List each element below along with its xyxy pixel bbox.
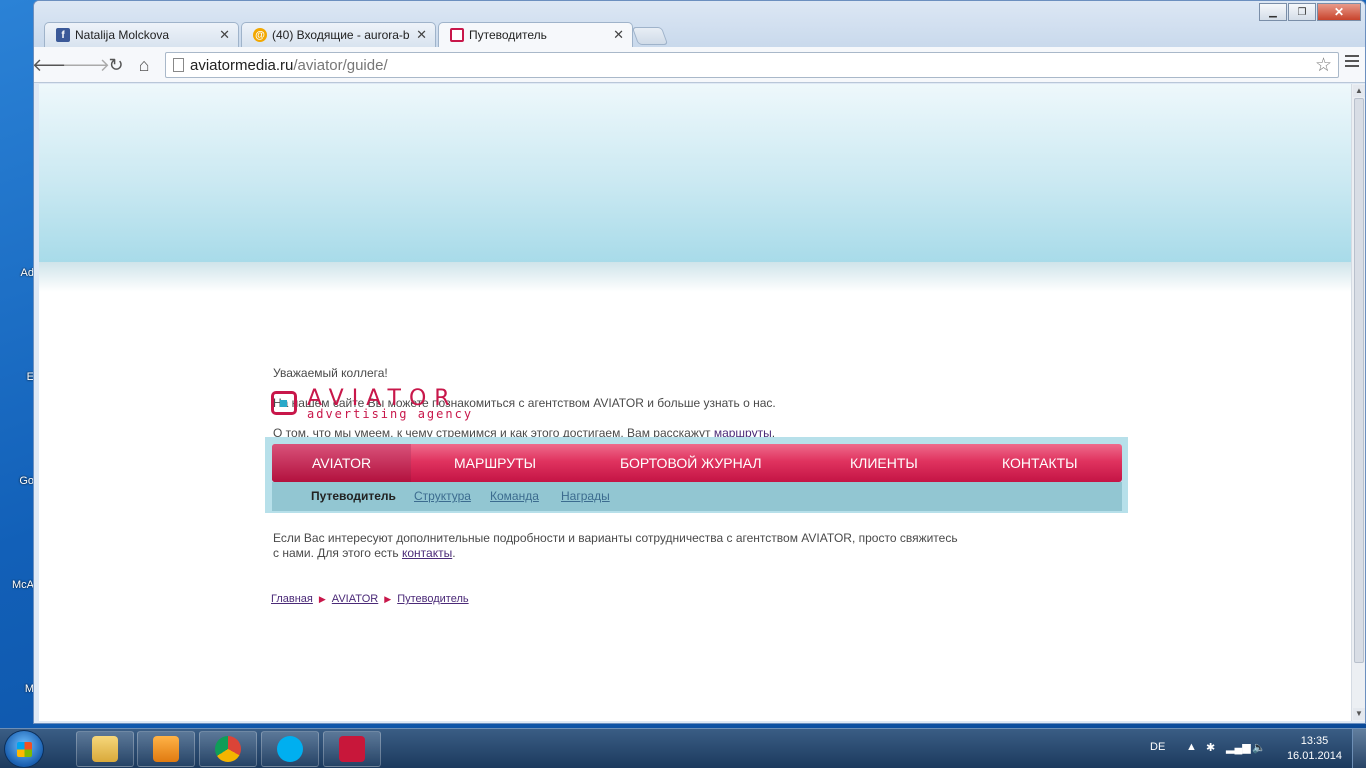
- chrome-icon: [215, 736, 241, 762]
- browser-menu-icon[interactable]: [1345, 55, 1359, 69]
- new-tab-button[interactable]: [631, 27, 669, 45]
- breadcrumb-separator-icon: ▶: [318, 593, 326, 604]
- window-controls: ▁ ❐ ✕: [1259, 3, 1361, 21]
- subnav-guide[interactable]: Путеводитель: [311, 489, 396, 503]
- show-hidden-icons-icon[interactable]: ▲: [1186, 741, 1197, 753]
- desktop-icon-label[interactable]: McA: [0, 579, 34, 591]
- nav-item-clients[interactable]: КЛИЕНТЫ: [850, 444, 918, 482]
- clock[interactable]: 13:35 16.01.2014: [1287, 734, 1342, 764]
- system-tray: DE ▲ ✱ ▂▄▆ 🔈 13:35 16.01.2014: [1116, 729, 1366, 768]
- language-indicator[interactable]: DE: [1150, 741, 1165, 753]
- tab-facebook[interactable]: f Natalija Molckova ✕: [44, 22, 239, 47]
- logo-tagline: advertising agency: [307, 407, 474, 421]
- tab-close-icon[interactable]: ✕: [416, 27, 427, 43]
- browser-window: ▁ ❐ ✕ f Natalija Molckova ✕ @ (40) Входя…: [33, 0, 1366, 724]
- desktop-icon-label[interactable]: E: [0, 371, 34, 383]
- url-text[interactable]: aviatormedia.ru/aviator/guide/: [190, 57, 388, 74]
- aviator-logo[interactable]: AVIATOR advertising agency: [271, 386, 501, 421]
- tab-title: Путеводитель: [469, 28, 547, 42]
- clock-time: 13:35: [1300, 735, 1329, 747]
- header-fade: [39, 262, 1352, 292]
- nav-item-routes[interactable]: МАРШРУТЫ: [454, 444, 536, 482]
- breadcrumb-aviator[interactable]: AVIATOR: [332, 593, 378, 605]
- vertical-scrollbar[interactable]: ▲ ▼: [1351, 84, 1365, 721]
- greeting-text: Уважаемый коллега!: [273, 366, 388, 380]
- show-desktop-button[interactable]: [1352, 729, 1366, 768]
- desktop-icon-label[interactable]: M: [0, 683, 34, 695]
- facebook-icon: f: [56, 28, 70, 42]
- skype-taskbar-button[interactable]: [261, 731, 319, 767]
- sub-nav: Путеводитель Структура Команда Награды: [272, 482, 1122, 511]
- tab-close-icon[interactable]: ✕: [613, 27, 624, 43]
- home-icon[interactable]: ⌂: [132, 53, 156, 77]
- close-window-button[interactable]: ✕: [1317, 3, 1361, 21]
- title-bar: ▁ ❐ ✕ f Natalija Molckova ✕ @ (40) Входя…: [34, 1, 1365, 48]
- network-signal-icon[interactable]: ▂▄▆: [1226, 741, 1251, 754]
- reload-icon[interactable]: ↻: [104, 53, 128, 77]
- mail-icon: @: [253, 28, 267, 42]
- breadcrumb-separator-icon: ▶: [384, 593, 392, 604]
- volume-icon[interactable]: 🔈: [1252, 741, 1266, 754]
- tab-title: (40) Входящие - aurora-b: [272, 28, 410, 42]
- chrome-taskbar-button[interactable]: [199, 731, 257, 767]
- contacts-link[interactable]: контакты: [402, 546, 452, 560]
- folder-icon: [92, 736, 118, 762]
- scroll-down-icon[interactable]: ▼: [1353, 708, 1365, 720]
- navigation-panel: AVIATOR МАРШРУТЫ БОРТОВОЙ ЖУРНАЛ КЛИЕНТЫ…: [265, 437, 1128, 513]
- start-button[interactable]: [4, 730, 44, 768]
- aviator-logo-icon: [271, 391, 297, 415]
- tab-title: Natalija Molckova: [75, 28, 170, 42]
- nav-item-contacts[interactable]: КОНТАКТЫ: [1002, 444, 1078, 482]
- anyconnect-taskbar-button[interactable]: [323, 731, 381, 767]
- breadcrumb-guide[interactable]: Путеводитель: [397, 593, 468, 605]
- tab-strip: f Natalija Molckova ✕ @ (40) Входящие - …: [44, 22, 669, 48]
- nav-item-aviator[interactable]: AVIATOR: [272, 444, 412, 482]
- subnav-structure[interactable]: Структура: [414, 489, 471, 503]
- desktop-icon-label[interactable]: Go: [0, 475, 34, 487]
- media-player-icon: [153, 736, 179, 762]
- address-bar[interactable]: aviatormedia.ru/aviator/guide/ ☆: [165, 52, 1339, 78]
- skype-icon: [277, 736, 303, 762]
- subnav-team[interactable]: Команда: [490, 489, 539, 503]
- explorer-taskbar-button[interactable]: [76, 731, 134, 767]
- tab-close-icon[interactable]: ✕: [219, 27, 230, 43]
- tab-mail[interactable]: @ (40) Входящие - aurora-b ✕: [241, 22, 436, 47]
- browser-toolbar: 🡐 🡒 ↻ ⌂ aviatormedia.ru/aviator/guide/ ☆: [34, 47, 1365, 83]
- scroll-thumb[interactable]: [1354, 98, 1364, 663]
- page-icon: [173, 58, 184, 72]
- taskbar: DE ▲ ✱ ▂▄▆ 🔈 13:35 16.01.2014: [0, 728, 1366, 768]
- media-player-taskbar-button[interactable]: [137, 731, 195, 767]
- bluetooth-icon[interactable]: ✱: [1206, 741, 1215, 754]
- subnav-awards[interactable]: Награды: [561, 489, 610, 503]
- bookmark-star-icon[interactable]: ☆: [1315, 54, 1332, 77]
- aviator-favicon: [450, 28, 464, 42]
- maximize-button[interactable]: ❐: [1288, 3, 1316, 21]
- header-background: [39, 84, 1352, 262]
- page-viewport: Уважаемый коллега! На нашем сайте Вы мож…: [39, 84, 1352, 721]
- main-nav: AVIATOR МАРШРУТЫ БОРТОВОЙ ЖУРНАЛ КЛИЕНТЫ…: [272, 444, 1122, 482]
- desktop-icon-label[interactable]: Ad: [0, 267, 34, 279]
- breadcrumb-home[interactable]: Главная: [271, 593, 313, 605]
- tab-guide[interactable]: Путеводитель ✕: [438, 22, 633, 48]
- network-app-icon: [339, 736, 365, 762]
- breadcrumb: Главная ▶ AVIATOR ▶ Путеводитель: [271, 593, 469, 605]
- contact-text: Если Вас интересуют дополнительные подро…: [273, 531, 958, 560]
- scroll-up-icon[interactable]: ▲: [1353, 85, 1365, 97]
- clock-date: 16.01.2014: [1286, 750, 1342, 762]
- minimize-button[interactable]: ▁: [1259, 3, 1287, 21]
- forward-arrow-icon[interactable]: 🡒: [62, 53, 110, 77]
- nav-item-logbook[interactable]: БОРТОВОЙ ЖУРНАЛ: [620, 444, 762, 482]
